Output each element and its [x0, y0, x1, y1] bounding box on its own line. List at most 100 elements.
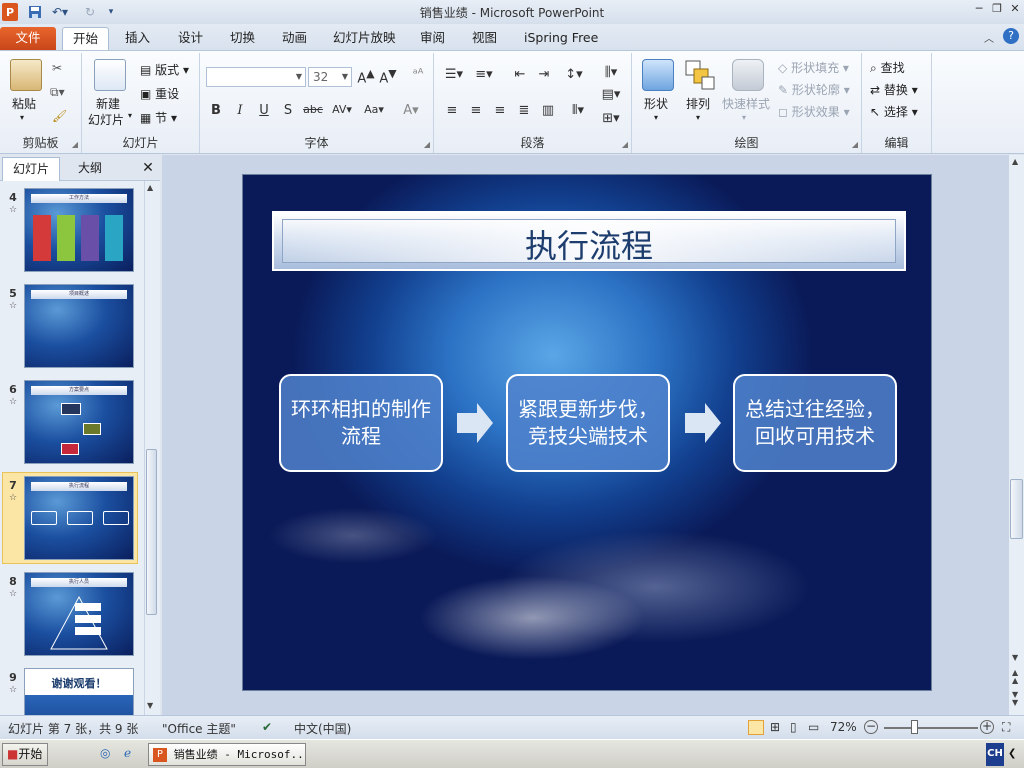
smartart-convert-icon[interactable]: ⊞▾ [600, 111, 622, 126]
font-color-icon[interactable]: A▾ [398, 103, 424, 118]
tab-outline-pane[interactable]: 大纲 [62, 157, 118, 181]
char-spacing-icon[interactable]: AV▾ [328, 103, 356, 116]
shapes-icon[interactable] [642, 59, 674, 91]
justify-icon[interactable]: ≣ [514, 103, 534, 118]
font-name-combo[interactable]: ▼ [206, 67, 306, 87]
shapes-dropdown-icon[interactable]: ▾ [654, 113, 658, 122]
distribute-icon[interactable]: ▥ [538, 103, 558, 118]
arrange-dropdown-icon[interactable]: ▾ [696, 113, 700, 122]
process-step-1[interactable]: 环环相扣的制作流程 [279, 374, 443, 472]
panel-scrollbar[interactable]: ▲ ▼ [144, 181, 158, 715]
panel-scroll-thumb[interactable] [146, 449, 157, 615]
align-right-icon[interactable]: ≡ [490, 103, 510, 118]
numbering-icon[interactable]: ≡▾ [472, 67, 496, 82]
reset-button[interactable]: ▣ 重设 [140, 85, 179, 102]
process-step-3[interactable]: 总结过往经验，回收可用技术 [733, 374, 897, 472]
quick-styles-button[interactable]: 快速样式 [722, 95, 770, 112]
scroll-up-icon[interactable]: ▲ [1012, 157, 1018, 166]
replace-button[interactable]: ⇄ 替换 ▾ [870, 81, 918, 98]
format-painter-icon[interactable]: 🖌 [52, 109, 67, 123]
slide-thumbnail-4[interactable]: 工作方法 [24, 188, 134, 272]
grow-font-icon[interactable]: A▲ [356, 67, 376, 86]
slideshow-view-icon[interactable]: ▭ [808, 720, 819, 734]
new-slide-dropdown-icon[interactable]: ▾ [128, 111, 132, 120]
slide-thumbnail-5[interactable]: 项目概述 [24, 284, 134, 368]
paste-icon[interactable] [10, 59, 42, 91]
shape-fill-button[interactable]: ◇ 形状填充 ▾ [778, 59, 849, 76]
text-shadow-icon[interactable]: S [278, 103, 298, 118]
taskbar-window-button[interactable]: P 销售业绩 - Microsof... [148, 743, 306, 766]
text-direction-icon[interactable]: ⫼▾ [598, 65, 624, 80]
zoom-level[interactable]: 72% [830, 720, 857, 734]
line-spacing-icon[interactable]: ↕▾ [562, 67, 586, 82]
underline-icon[interactable]: U [254, 103, 274, 118]
align-left-icon[interactable]: ≡ [442, 103, 462, 118]
shrink-font-icon[interactable]: A▼ [378, 67, 398, 86]
help-icon[interactable]: ? [1003, 28, 1019, 44]
quick-styles-icon[interactable] [732, 59, 764, 91]
tab-ispring[interactable]: iSpring Free [514, 27, 608, 50]
close-button[interactable]: ✕ [1006, 2, 1024, 18]
internet-explorer-icon[interactable]: ℯ [124, 743, 131, 766]
font-size-combo[interactable]: 32 ▼ [308, 67, 352, 87]
slide-sorter-view-icon[interactable]: ⊞ [770, 720, 780, 734]
shape-outline-button[interactable]: ✎ 形状轮廓 ▾ [778, 81, 850, 98]
theme-name[interactable]: "Office 主题" [162, 720, 236, 737]
slide-thumbnail-8[interactable]: 执行人员 [24, 572, 134, 656]
reading-view-icon[interactable]: ▯ [790, 720, 797, 734]
paste-dropdown-icon[interactable]: ▾ [20, 113, 24, 122]
ime-indicator[interactable]: CH [986, 743, 1004, 766]
find-button[interactable]: ⌕ 查找 [870, 59, 905, 76]
tab-transitions[interactable]: 切换 [220, 27, 265, 50]
new-slide-label[interactable]: 幻灯片 [88, 111, 124, 128]
quicklaunch-icon[interactable]: ◎ [100, 743, 110, 766]
slide-editor[interactable]: 执行流程 环环相扣的制作流程 紧跟更新步伐，竞技尖端技术 总结过往经验，回收可用… [242, 174, 932, 691]
paste-button[interactable]: 粘贴 [12, 95, 36, 112]
tab-slides-pane[interactable]: 幻灯片 [2, 157, 60, 181]
scroll-up-icon[interactable]: ▲ [147, 183, 153, 192]
arrange-icon[interactable] [684, 59, 716, 91]
layout-button[interactable]: ▤ 版式 ▾ [140, 61, 189, 78]
zoom-slider-thumb[interactable] [911, 720, 918, 734]
strikethrough-icon[interactable]: abc [300, 103, 326, 116]
next-slide-icon[interactable]: ▼ ▼ [1012, 691, 1018, 707]
new-slide-icon[interactable] [94, 59, 126, 91]
minimize-button[interactable]: ─ [970, 2, 988, 18]
tab-file[interactable]: 文件 [0, 27, 56, 50]
arrange-button[interactable]: 排列 [686, 95, 710, 112]
language-indicator[interactable]: 中文(中国) [294, 720, 351, 737]
clear-format-icon[interactable]: ᵃᴬ [408, 67, 428, 82]
slide-scroll-thumb[interactable] [1010, 479, 1023, 539]
zoom-out-icon[interactable]: − [864, 720, 878, 734]
change-case-icon[interactable]: Aa▾ [360, 103, 388, 116]
process-step-2[interactable]: 紧跟更新步伐，竞技尖端技术 [506, 374, 670, 472]
zoom-in-icon[interactable]: + [980, 720, 994, 734]
scroll-down-icon[interactable]: ▼ [147, 701, 153, 710]
start-button[interactable]: ■开始 [2, 743, 48, 766]
close-pane-icon[interactable]: ✕ [138, 157, 158, 181]
drawing-launcher-icon[interactable]: ◢ [852, 140, 858, 149]
align-text-icon[interactable]: ▤▾ [600, 87, 622, 102]
slide-thumbnail-6[interactable]: 方案要点 [24, 380, 134, 464]
select-button[interactable]: ↖ 选择 ▾ [870, 103, 918, 120]
bullets-icon[interactable]: ☰▾ [442, 67, 466, 82]
tab-slideshow[interactable]: 幻灯片放映 [323, 27, 406, 50]
collapse-ribbon-icon[interactable]: ︿ [984, 30, 994, 45]
tab-animations[interactable]: 动画 [272, 27, 317, 50]
slide-thumbnail-7[interactable]: 执行流程 [24, 476, 134, 560]
restore-button[interactable]: ❐ [988, 2, 1006, 18]
shapes-button[interactable]: 形状 [644, 95, 668, 112]
normal-view-icon[interactable] [748, 720, 764, 735]
quick-styles-dropdown-icon[interactable]: ▾ [742, 113, 746, 122]
shape-effects-button[interactable]: ◻ 形状效果 ▾ [778, 103, 850, 120]
tab-home[interactable]: 开始 [62, 27, 110, 50]
clipboard-launcher-icon[interactable]: ◢ [72, 140, 78, 149]
increase-indent-icon[interactable]: ⇥ [534, 67, 554, 82]
new-slide-button[interactable]: 新建 [96, 95, 120, 112]
slide-thumbnail-9[interactable]: 谢谢观看！ [24, 668, 134, 715]
paragraph-launcher-icon[interactable]: ◢ [622, 140, 628, 149]
zoom-slider-track[interactable] [884, 727, 978, 729]
slide-title-box[interactable]: 执行流程 [272, 211, 906, 271]
spellcheck-icon[interactable]: ✔ [262, 720, 272, 734]
tab-review[interactable]: 审阅 [410, 27, 455, 50]
